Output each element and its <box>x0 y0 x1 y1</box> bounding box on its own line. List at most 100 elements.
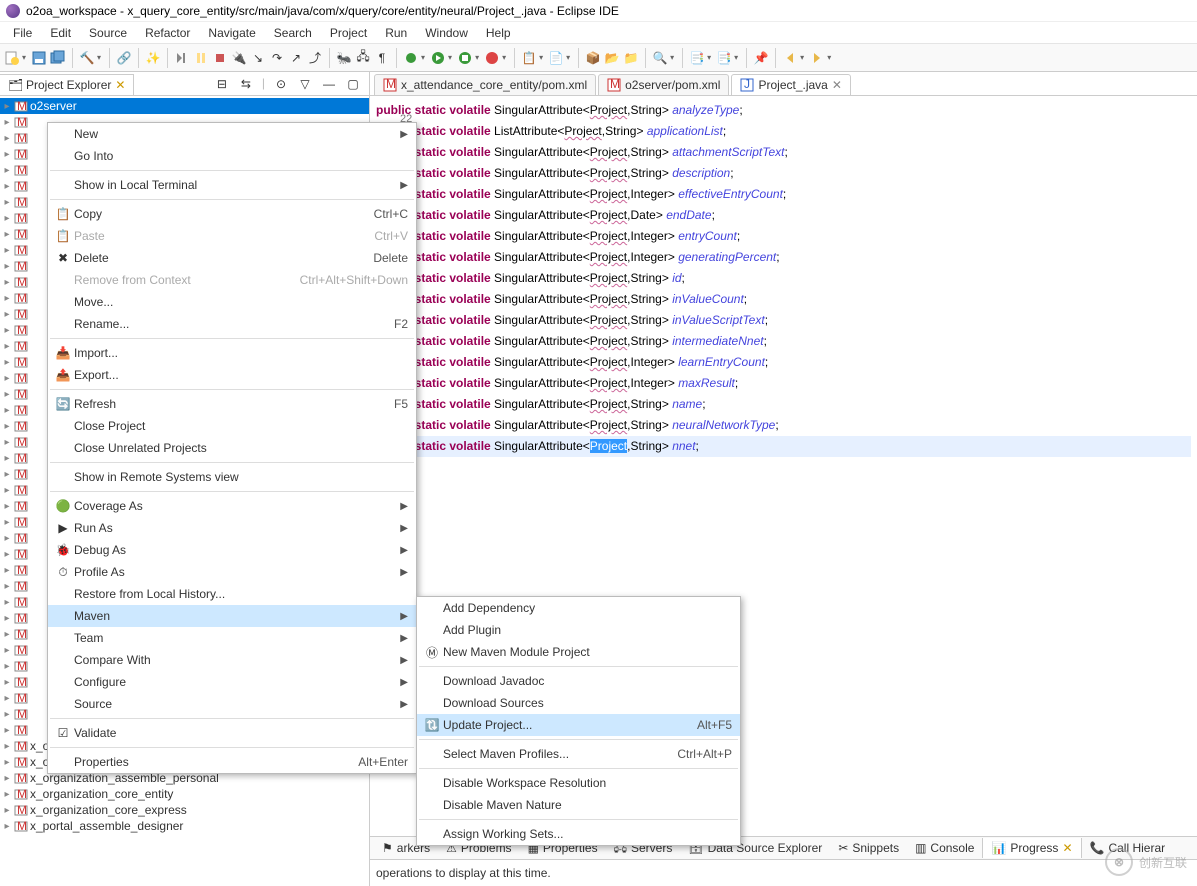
expand-icon[interactable]: ▸ <box>2 757 12 768</box>
new-package-icon[interactable]: 📦 <box>585 50 601 66</box>
code-line[interactable]: public static volatile SingularAttribute… <box>376 100 1191 121</box>
menu-item-delete[interactable]: ✖DeleteDelete <box>48 247 416 269</box>
code-line[interactable]: public static volatile SingularAttribute… <box>376 331 1191 352</box>
menu-item-new[interactable]: New▶ <box>48 123 416 145</box>
wand-icon[interactable]: ✨ <box>145 50 161 66</box>
code-line[interactable]: public static volatile SingularAttribute… <box>376 184 1191 205</box>
search-icon[interactable]: 🔍 <box>652 50 668 66</box>
menu-item-download-sources[interactable]: Download Sources <box>417 692 740 714</box>
menu-item-restore-from-local-history-[interactable]: Restore from Local History... <box>48 583 416 605</box>
code-line[interactable]: public static volatile SingularAttribute… <box>376 205 1191 226</box>
close-icon[interactable]: ✕ <box>1062 841 1072 855</box>
open-type-icon[interactable]: 📂 <box>604 50 620 66</box>
menu-item-update-project-[interactable]: 🔃Update Project...Alt+F5 <box>417 714 740 736</box>
code-line[interactable]: public static volatile SingularAttribute… <box>376 142 1191 163</box>
step-return-icon[interactable]: ↗ <box>288 50 304 66</box>
menu-item-go-into[interactable]: Go Into <box>48 145 416 167</box>
open-task-icon[interactable]: 📁 <box>623 50 639 66</box>
menu-item-show-in-local-terminal[interactable]: Show in Local Terminal▶ <box>48 174 416 196</box>
menu-item-run-as[interactable]: ▶Run As▶ <box>48 517 416 539</box>
menu-item-assign-working-sets-[interactable]: Assign Working Sets... <box>417 823 740 845</box>
menu-item-import-[interactable]: 📥Import... <box>48 342 416 364</box>
link-icon[interactable]: 🔗 <box>116 50 132 66</box>
prev-edit-icon[interactable]: 📑 <box>689 50 705 66</box>
menu-item-source[interactable]: Source▶ <box>48 693 416 715</box>
link-editor-icon[interactable]: ⇆ <box>238 76 254 92</box>
menu-item-show-in-remote-systems-view[interactable]: Show in Remote Systems view <box>48 466 416 488</box>
menu-item-add-dependency[interactable]: Add Dependency <box>417 597 740 619</box>
editor-tab[interactable]: Mx_attendance_core_entity/pom.xml <box>374 74 596 95</box>
close-icon[interactable]: ✕ <box>832 78 842 92</box>
menu-item-profile-as[interactable]: ⏱Profile As▶ <box>48 561 416 583</box>
menu-item-select-maven-profiles-[interactable]: Select Maven Profiles...Ctrl+Alt+P <box>417 743 740 765</box>
bottom-tab-progress[interactable]: 📊Progress✕ <box>982 838 1081 858</box>
save-icon[interactable] <box>31 50 47 66</box>
tree-item[interactable]: ▸Mx_organization_core_entity <box>0 786 369 802</box>
menu-run[interactable]: Run <box>376 23 416 43</box>
menu-file[interactable]: File <box>4 23 41 43</box>
menu-search[interactable]: Search <box>265 23 321 43</box>
menu-item-copy[interactable]: 📋CopyCtrl+C <box>48 203 416 225</box>
run-icon[interactable] <box>430 50 446 66</box>
view-menu-icon[interactable]: ▽ <box>297 76 313 92</box>
bottom-tab-snippets[interactable]: ✂Snippets <box>830 838 907 858</box>
pause-icon[interactable] <box>193 50 209 66</box>
expand-icon[interactable]: ▸ <box>2 773 12 784</box>
code-line[interactable]: public static volatile SingularAttribute… <box>376 394 1191 415</box>
format-icon[interactable]: ¶ <box>374 50 390 66</box>
collapse-all-icon[interactable]: ⊟ <box>214 76 230 92</box>
code-line[interactable]: public static volatile ListAttribute<Pro… <box>376 121 1191 142</box>
menu-refactor[interactable]: Refactor <box>136 23 199 43</box>
code-line[interactable]: public static volatile SingularAttribute… <box>376 289 1191 310</box>
menu-edit[interactable]: Edit <box>41 23 80 43</box>
tree-item[interactable]: ▸Mx_organization_core_express <box>0 802 369 818</box>
expand-icon[interactable]: ▸ <box>2 805 12 816</box>
ext-tools-icon[interactable] <box>484 50 500 66</box>
editor-tab[interactable]: JProject_.java✕ <box>731 74 850 95</box>
menu-item-team[interactable]: Team▶ <box>48 627 416 649</box>
menu-help[interactable]: Help <box>477 23 520 43</box>
back-icon[interactable] <box>782 50 798 66</box>
menu-item-coverage-as[interactable]: 🟢Coverage As▶ <box>48 495 416 517</box>
expand-icon[interactable]: ▸ <box>2 101 12 112</box>
step-over-icon[interactable]: ↷ <box>269 50 285 66</box>
menu-item-configure[interactable]: Configure▶ <box>48 671 416 693</box>
new-server-icon[interactable]: 📋 <box>521 50 537 66</box>
step-into-icon[interactable]: ↘ <box>250 50 266 66</box>
server-icon[interactable]: 🖧 <box>355 50 371 66</box>
menu-item-disable-maven-nature[interactable]: Disable Maven Nature <box>417 794 740 816</box>
debug-icon[interactable] <box>403 50 419 66</box>
menu-navigate[interactable]: Navigate <box>199 23 264 43</box>
project-explorer-tab[interactable]: 🗂 Project Explorer ✕ <box>0 74 134 95</box>
menu-item-download-javadoc[interactable]: Download Javadoc <box>417 670 740 692</box>
menu-item-add-plugin[interactable]: Add Plugin <box>417 619 740 641</box>
menu-item-move-[interactable]: Move... <box>48 291 416 313</box>
menu-item-properties[interactable]: PropertiesAlt+Enter <box>48 751 416 773</box>
expand-icon[interactable]: ▸ <box>2 789 12 800</box>
ant-icon[interactable]: 🐜 <box>336 50 352 66</box>
code-line[interactable]: public static volatile SingularAttribute… <box>376 268 1191 289</box>
expand-icon[interactable]: ▸ <box>2 741 12 752</box>
new-icon[interactable] <box>4 50 20 66</box>
minimize-icon[interactable]: ― <box>321 76 337 92</box>
skip-icon[interactable] <box>174 50 190 66</box>
menu-item-close-project[interactable]: Close Project <box>48 415 416 437</box>
menu-window[interactable]: Window <box>416 23 477 43</box>
forward-icon[interactable] <box>809 50 825 66</box>
tree-item[interactable]: ▸Mo2server <box>0 98 369 114</box>
focus-icon[interactable]: ⊙ <box>273 76 289 92</box>
menu-item-export-[interactable]: 📤Export... <box>48 364 416 386</box>
disconnect-icon[interactable]: 🔌 <box>231 50 247 66</box>
menu-item-compare-with[interactable]: Compare With▶ <box>48 649 416 671</box>
pin-icon[interactable]: 📌 <box>753 50 769 66</box>
next-edit-icon[interactable]: 📑 <box>716 50 732 66</box>
tab-pin-icon[interactable]: ✕ <box>115 78 125 92</box>
menu-item-validate[interactable]: ☑Validate <box>48 722 416 744</box>
code-line[interactable]: public static volatile SingularAttribute… <box>376 436 1191 457</box>
menu-item-new-maven-module-project[interactable]: ⓂNew Maven Module Project <box>417 641 740 663</box>
code-line[interactable]: public static volatile SingularAttribute… <box>376 163 1191 184</box>
editor-tab[interactable]: Mo2server/pom.xml <box>598 74 729 95</box>
save-all-icon[interactable] <box>50 50 66 66</box>
build-icon[interactable]: 🔨 <box>79 50 95 66</box>
menu-item-debug-as[interactable]: 🐞Debug As▶ <box>48 539 416 561</box>
